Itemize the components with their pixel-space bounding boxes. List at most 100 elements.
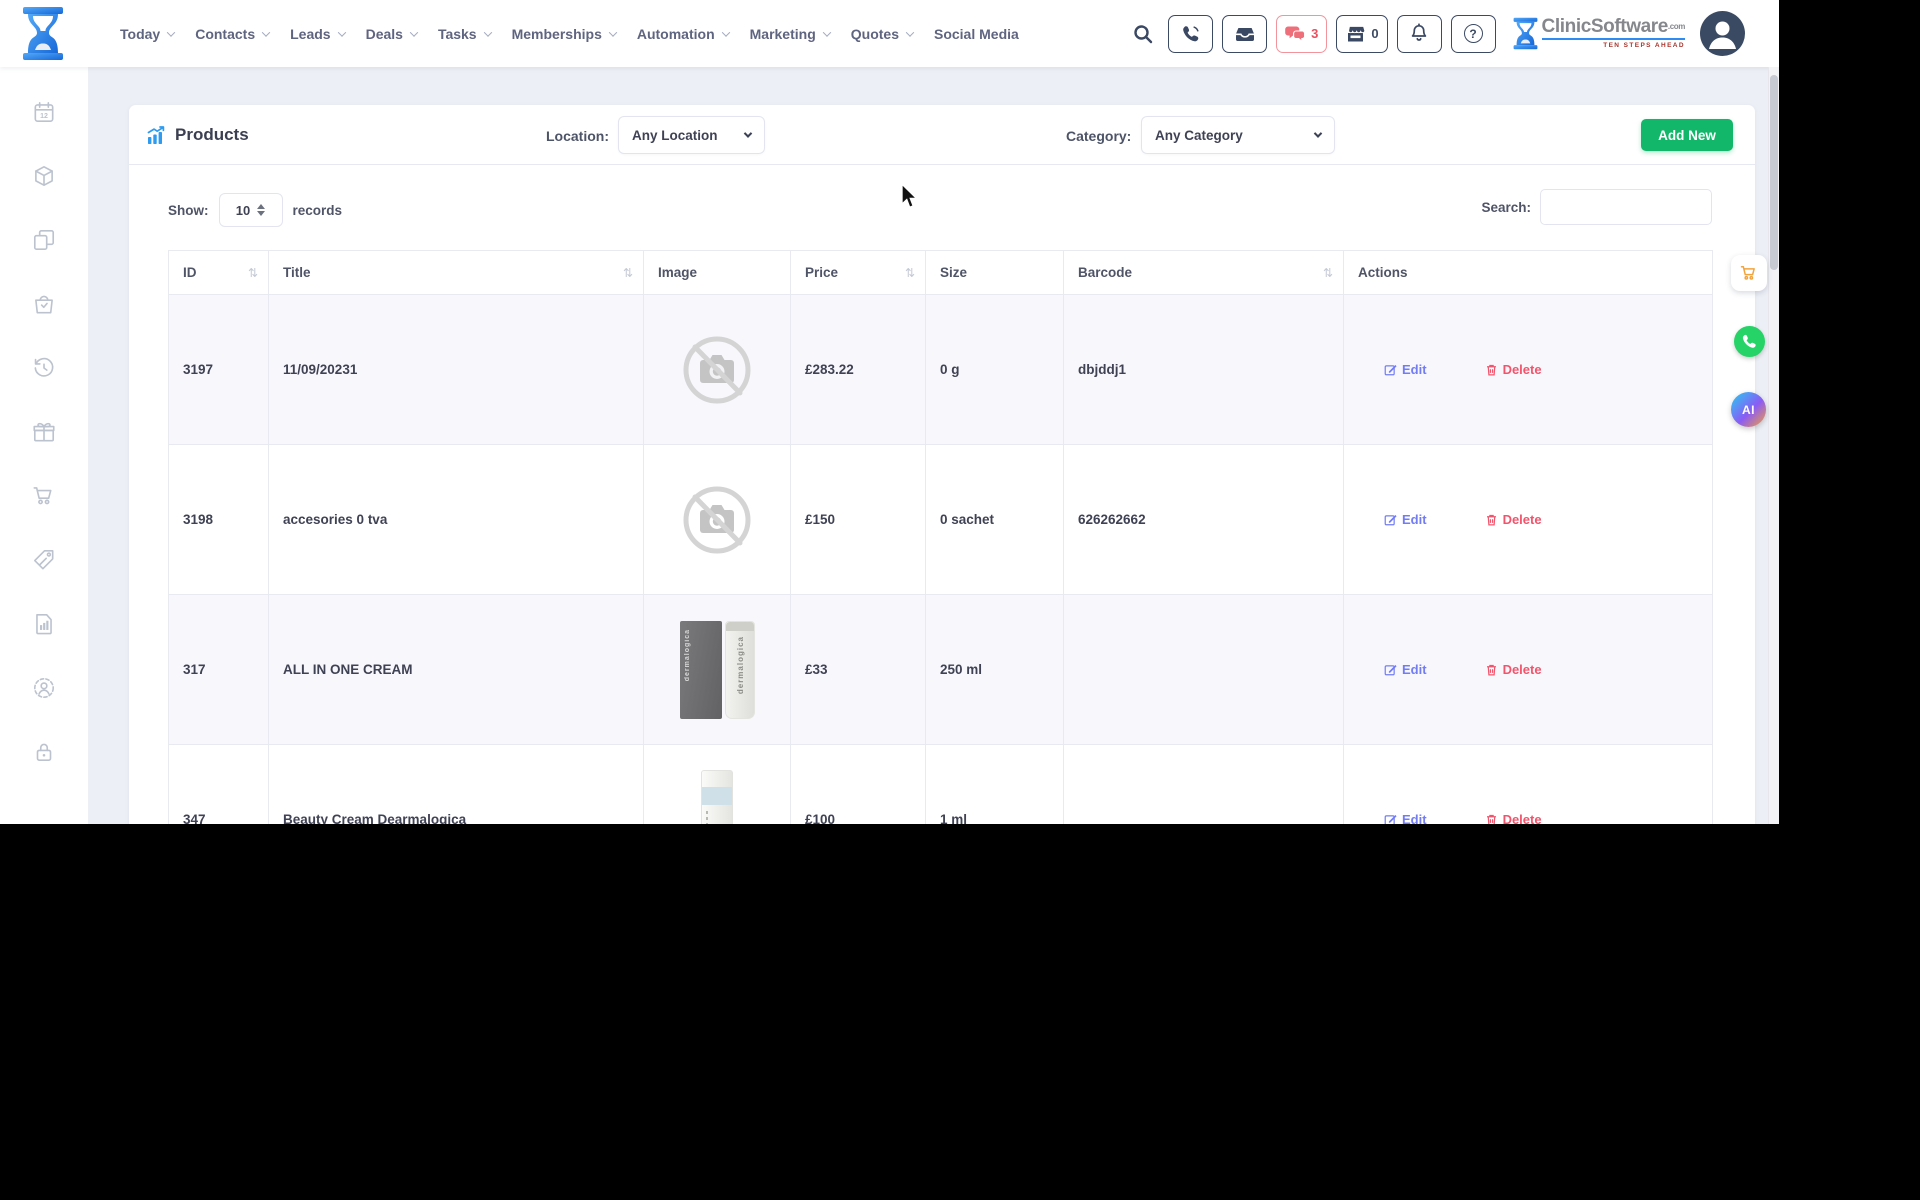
product-tube-image: dermalogica [724,620,755,719]
nav-item-quotes[interactable]: Quotes [850,25,915,42]
floating-ai-button[interactable]: AI [1731,392,1766,427]
sidebar-item-reports[interactable] [31,611,57,637]
sidebar-item-clients[interactable] [31,675,57,701]
nav-item-memberships[interactable]: Memberships [512,26,618,42]
table-header-row: ID ⇅ Title ⇅ Image Price ⇅ Size Barcode ⇅ Ac… [168,250,1713,295]
main-menu: Today Contacts Leads Deals Tasks Members… [120,0,1019,67]
chevron-down-icon [721,27,730,37]
sidebar-item-history[interactable] [31,355,57,381]
table-row: 3197 11/09/20231 £283.22 0 g dbjddj1 Edi… [168,294,1713,445]
inbox-button[interactable] [1222,14,1268,53]
chevron-down-icon [337,27,346,37]
chat-button[interactable]: 3 [1276,14,1328,53]
sort-icon: ⇅ [622,265,633,280]
delete-button[interactable]: Delete [1485,512,1542,527]
sidebar-item-duplicates[interactable] [31,227,57,253]
app-logo[interactable] [22,7,64,65]
nav-item-social-media[interactable]: Social Media [934,26,1019,42]
report-chart-icon [36,613,52,635]
hourglass-brand-icon [1513,17,1537,50]
sidebar-item-calendar[interactable]: 12 [31,99,57,125]
nav-item-tasks[interactable]: Tasks [438,26,492,42]
help-icon: ? [1463,24,1483,43]
navbar-actions: 3 0 ? ClinicSoftware.com TEN STEPS AHEAD [1132,0,1745,67]
cell-size: 1 ml [925,744,1064,824]
phone-button[interactable] [1168,14,1214,53]
column-header-price[interactable]: Price ⇅ [790,250,926,295]
sidebar-item-orders[interactable] [31,291,57,317]
updown-arrows-icon [257,204,266,216]
user-avatar[interactable] [1700,11,1745,56]
sidebar-item-cart[interactable] [31,483,57,509]
chevron-down-icon [483,27,492,37]
cell-image [643,744,791,824]
cell-id: 317 [168,594,269,745]
vertical-scrollbar[interactable] [1768,67,1779,824]
chat-bubbles-icon [1285,26,1306,42]
add-new-button[interactable]: Add New [1641,119,1733,151]
search-input[interactable] [1540,189,1712,225]
chart-growth-icon [147,125,165,144]
no-image-icon [683,486,751,553]
scrollbar-thumb[interactable] [1770,75,1778,270]
nav-item-deals[interactable]: Deals [366,26,419,42]
delete-button[interactable]: Delete [1485,362,1542,377]
store-button[interactable]: 0 [1336,14,1388,53]
chevron-down-icon [1313,129,1323,138]
history-icon [34,357,54,377]
edit-button[interactable]: Edit [1384,512,1427,527]
sidebar-item-pricing[interactable] [31,547,57,573]
products-card: Products Location: Any Location Category… [129,105,1755,824]
nav-item-label: Marketing [749,25,816,42]
table-row: 3198 accesories 0 tva £150 0 sachet 6262… [168,444,1713,595]
edit-icon [1384,515,1397,526]
edit-button[interactable]: Edit [1384,812,1427,824]
card-body: Show: 10 records Search: ID ⇅ Title ⇅ Im… [129,165,1755,824]
inbox-tray-icon [1235,27,1254,41]
cell-price: £33 [790,594,926,745]
nav-item-label: Contacts [195,25,256,42]
column-header-barcode[interactable]: Barcode ⇅ [1063,250,1344,295]
nav-item-label: Social Media [933,25,1019,42]
column-header-actions[interactable]: Actions [1343,250,1713,295]
nav-item-label: Quotes [850,25,899,42]
show-records-select[interactable]: 10 [218,193,283,227]
nav-item-automation[interactable]: Automation [636,25,730,42]
chevron-down-icon [743,129,753,138]
column-header-id[interactable]: ID ⇅ [168,250,269,295]
search-icon[interactable] [1132,23,1154,45]
sidebar-item-security[interactable] [31,739,57,765]
location-select[interactable]: Any Location [618,116,765,154]
delete-button[interactable]: Delete [1485,812,1542,824]
nav-item-leads[interactable]: Leads [290,25,346,42]
cell-barcode [1063,594,1344,745]
sidebar-item-products[interactable] [31,163,57,189]
product-box-image: dermalogica [679,620,722,719]
location-selected-value: Any Location [632,127,718,143]
nav-item-today[interactable]: Today [120,26,176,42]
nav-item-label: Leads [290,25,331,42]
page-title-text: Products [175,125,249,144]
edit-button[interactable]: Edit [1384,662,1427,677]
nav-item-contacts[interactable]: Contacts [195,25,271,42]
trash-icon [1486,514,1496,525]
category-select[interactable]: Any Category [1141,116,1335,154]
clinicsoftware-brand[interactable]: ClinicSoftware.com TEN STEPS AHEAD [1513,17,1685,50]
sort-icon: ⇅ [1322,265,1333,280]
column-header-image[interactable]: Image [643,250,791,295]
chevron-down-icon [905,27,915,37]
nav-item-marketing[interactable]: Marketing [749,25,831,42]
notifications-button[interactable] [1396,14,1442,53]
sidebar-item-gifts[interactable] [31,419,57,445]
edit-button[interactable]: Edit [1384,362,1427,377]
floating-whatsapp-button[interactable] [1734,326,1765,357]
column-header-title[interactable]: Title ⇅ [268,250,644,295]
cell-actions: Edit Delete [1343,444,1713,595]
svg-text:12: 12 [40,113,48,120]
brand-name: ClinicSoftware [1541,16,1669,37]
floating-cart-button[interactable] [1731,255,1767,291]
help-button[interactable]: ? [1450,14,1496,53]
nav-item-label: Automation [636,25,715,42]
delete-button[interactable]: Delete [1485,662,1542,677]
column-header-size[interactable]: Size [925,250,1064,295]
